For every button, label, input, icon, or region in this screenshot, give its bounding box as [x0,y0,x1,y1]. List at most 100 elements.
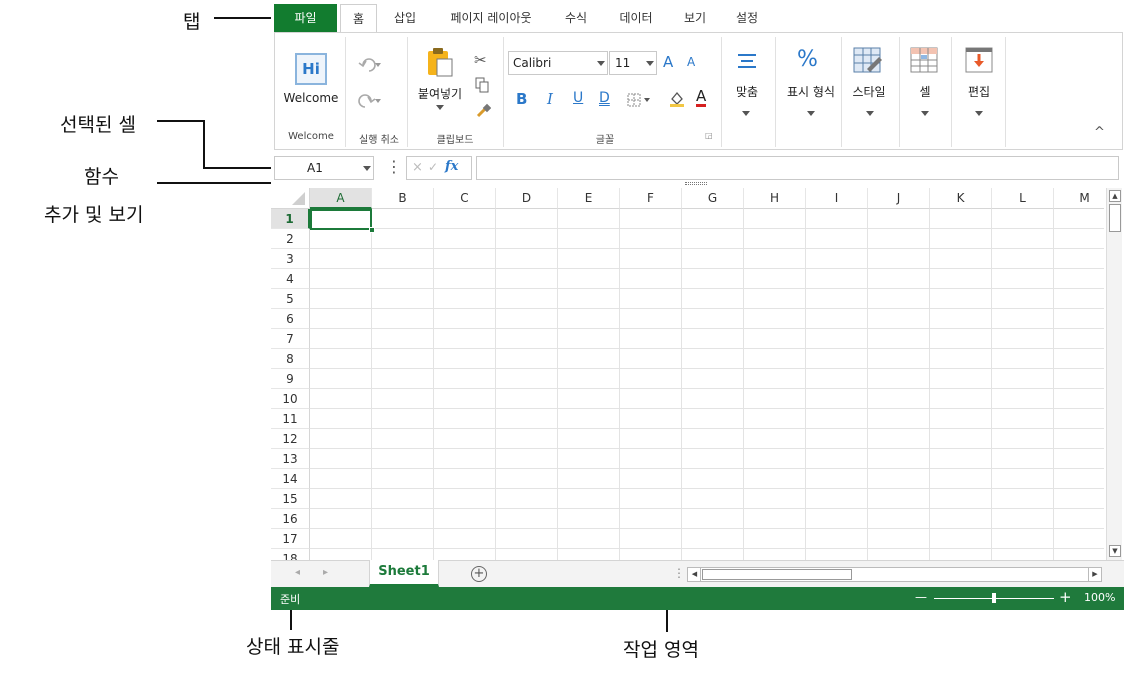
grow-font-icon[interactable]: A [663,53,673,71]
welcome-button-label[interactable]: Welcome [283,91,339,105]
tab-insert[interactable]: 삽입 [383,4,427,33]
column-header-c[interactable]: C [434,188,496,209]
horizontal-scrollbar[interactable]: ◀ ▶ [687,567,1102,582]
font-name-select[interactable]: Calibri [508,51,608,75]
bold-button[interactable]: B [516,90,527,108]
column-header-l[interactable]: L [992,188,1054,209]
welcome-logo-icon[interactable]: Hi [295,53,327,85]
tab-home[interactable]: 홈 [340,4,377,33]
align-dropdown-icon[interactable] [742,111,750,116]
zoom-out-button[interactable]: — [915,590,927,604]
row-header-16[interactable]: 16 [271,509,310,529]
cut-icon[interactable]: ✂ [474,51,487,69]
italic-button[interactable]: I [547,90,553,108]
column-header-g[interactable]: G [682,188,744,209]
tab-file[interactable]: 파일 [274,4,337,33]
scroll-left-icon[interactable]: ◀ [689,568,701,581]
fill-handle[interactable] [369,227,375,233]
format-painter-icon[interactable] [475,103,492,123]
active-cell-a1[interactable] [310,209,372,230]
row-header-9[interactable]: 9 [271,369,310,389]
tab-split-handle[interactable]: ⋮ [673,566,685,580]
vertical-scroll-thumb[interactable] [1109,204,1121,232]
zoom-in-button[interactable]: + [1059,588,1072,606]
paste-button-label[interactable]: 붙여넣기 [415,85,465,102]
horizontal-scroll-thumb[interactable] [702,569,852,580]
row-header-11[interactable]: 11 [271,409,310,429]
add-sheet-button[interactable]: + [471,566,487,582]
zoom-slider[interactable] [934,593,1054,603]
font-dialog-launcher-icon[interactable]: ◲ [705,131,713,140]
column-header-k[interactable]: K [930,188,992,209]
cancel-icon[interactable]: × [412,160,423,175]
scroll-down-icon[interactable]: ▼ [1109,545,1121,557]
row-header-13[interactable]: 13 [271,449,310,469]
cells-icon[interactable] [910,47,940,79]
row-header-3[interactable]: 3 [271,249,310,269]
tab-data[interactable]: 데이터 [606,4,666,33]
editing-icon[interactable] [965,47,993,79]
editing-button-label[interactable]: 편집 [959,83,999,100]
number-format-button-label[interactable]: 표시 형식 [779,83,843,100]
borders-icon[interactable] [627,92,653,111]
row-header-17[interactable]: 17 [271,529,310,549]
column-header-m[interactable]: M [1054,188,1104,209]
column-header-b[interactable]: B [372,188,434,209]
column-header-j[interactable]: J [868,188,930,209]
align-button-label[interactable]: 맞춤 [727,83,767,100]
row-header-1[interactable]: 1 [271,209,310,229]
font-color-icon[interactable]: A [696,88,707,107]
scroll-up-icon[interactable]: ▲ [1109,190,1121,202]
zoom-slider-thumb[interactable] [992,593,996,603]
underline-button[interactable]: U [573,90,583,106]
row-header-7[interactable]: 7 [271,329,310,349]
row-header-5[interactable]: 5 [271,289,310,309]
tab-settings[interactable]: 설정 [725,4,769,33]
row-header-4[interactable]: 4 [271,269,310,289]
paste-dropdown-icon[interactable] [436,105,444,110]
scroll-right-icon[interactable]: ▶ [1088,568,1101,581]
worksheet-grid[interactable]: ABCDEFGHIJKLM 1 2 3 4 5 6 7 8 9 10 11 12 13 14 15 16 17 1… [271,188,1104,560]
column-header-f[interactable]: F [620,188,682,209]
select-all-corner[interactable] [271,188,310,209]
cells-button-label[interactable]: 셀 [905,83,945,100]
font-size-select[interactable]: 11 [609,51,657,75]
row-header-2[interactable]: 2 [271,229,310,249]
sheet-tab-sheet1[interactable]: Sheet1 [369,560,439,587]
percent-icon[interactable]: % [797,47,818,72]
cells-dropdown-icon[interactable] [921,111,929,116]
tab-formulas[interactable]: 수식 [554,4,598,33]
double-underline-button[interactable]: D [599,90,610,106]
column-header-h[interactable]: H [744,188,806,209]
column-header-a[interactable]: A [310,188,372,209]
row-header-14[interactable]: 14 [271,469,310,489]
vertical-scrollbar[interactable]: ▲ ▼ [1106,188,1122,560]
row-header-8[interactable]: 8 [271,349,310,369]
zoom-level[interactable]: 100% [1084,591,1115,604]
row-header-10[interactable]: 10 [271,389,310,409]
next-sheet-icon[interactable]: ▸ [323,567,328,578]
column-header-d[interactable]: D [496,188,558,209]
formula-bar-resize-handle[interactable] [685,182,707,185]
styles-button-label[interactable]: 스타일 [845,83,893,100]
collapse-ribbon-icon[interactable]: ^ [1094,125,1105,140]
fill-color-icon[interactable] [668,89,686,111]
undo-icon[interactable] [357,57,383,77]
insert-function-button[interactable]: fx [445,159,458,174]
formula-menu-icon[interactable]: ⋮ [386,157,402,176]
align-icon[interactable] [737,53,757,73]
formula-input[interactable] [476,156,1119,180]
number-format-dropdown-icon[interactable] [807,111,815,116]
previous-sheet-icon[interactable]: ◂ [295,567,300,578]
column-header-i[interactable]: I [806,188,868,209]
shrink-font-icon[interactable]: A [687,55,695,69]
tab-view[interactable]: 보기 [673,4,717,33]
tab-page-layout[interactable]: 페이지 레이아웃 [436,4,546,33]
row-header-6[interactable]: 6 [271,309,310,329]
editing-dropdown-icon[interactable] [975,111,983,116]
redo-icon[interactable] [357,93,383,113]
row-header-18[interactable]: 18 [271,549,310,560]
styles-icon[interactable] [853,47,883,79]
paste-icon[interactable] [426,47,454,81]
row-header-15[interactable]: 15 [271,489,310,509]
